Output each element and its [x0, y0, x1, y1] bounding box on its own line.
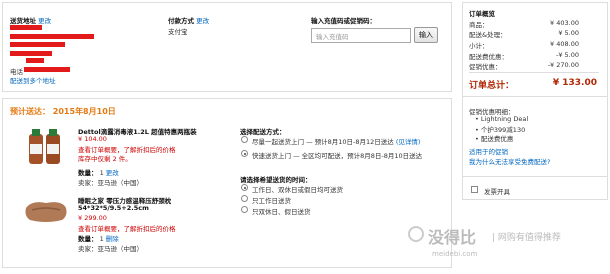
shipping-option-text: 尽量一起送货上门 — 预计8月10日-8月12日送达 — [252, 138, 394, 146]
summary-divider — [462, 96, 608, 97]
address-section: 送货地址 更改 — [10, 15, 51, 25]
summary-row-value: ¥ 403.00 — [550, 19, 579, 27]
summary-row-label: 促销优惠： — [469, 63, 502, 71]
watermark-logo-icon — [408, 226, 424, 242]
summary-row-label: 配送费优惠： — [469, 53, 508, 61]
shipping-option-radio-selected[interactable] — [241, 150, 248, 157]
item-stock-note: 库存中仅剩 2 件。 — [78, 155, 132, 163]
watermark-brand: 没得比 — [428, 228, 477, 247]
shipping-details-link[interactable]: (见详情) — [396, 138, 421, 146]
coupon-apply-button[interactable]: 输入 — [414, 27, 438, 43]
shipping-option-label[interactable]: 尽量一起送货上门 — 预计8月10日-8月12日送达 (见详情) — [252, 136, 420, 146]
summary-total-value: ¥ 133.00 — [552, 78, 597, 88]
summary-row: 促销优惠： -¥ 270.00 — [469, 61, 579, 71]
item-title-size: 54*32*5/9.5+2.5cm — [78, 204, 149, 212]
item-qty-row: 数量： 1 更改 — [78, 167, 119, 177]
summary-row: 商品： ¥ 403.00 — [469, 19, 579, 29]
address-payment-panel — [2, 2, 452, 92]
summary-total-row: 订单总计： ¥ 133.00 — [469, 78, 597, 91]
item-promo-note[interactable]: 查看订单概要，了解折扣后的价格 — [78, 223, 176, 233]
address-label: 送货地址 — [10, 17, 36, 25]
qty-label: 数量： — [78, 169, 98, 177]
item-delete-link[interactable]: 删除 — [106, 235, 119, 243]
shipping-title: 选择配送方式： — [240, 128, 286, 136]
payment-label: 付款方式 — [168, 17, 194, 25]
summary-row: 配送&处理： ¥ 5.00 — [469, 29, 579, 39]
applicable-promotions-link[interactable]: 适用于的促销 — [469, 146, 508, 156]
summary-row-value: ¥ 5.00 — [558, 29, 579, 37]
estimate-label: 预计送达： — [10, 107, 50, 116]
qty-change-link[interactable]: 更改 — [106, 169, 119, 177]
promo-item: • 配送费优惠 — [475, 135, 514, 143]
summary-divider — [469, 72, 599, 73]
watermark-url: meidebi.com — [432, 250, 478, 258]
qty-value: 1 — [99, 169, 104, 177]
product-image-pillow — [22, 198, 70, 224]
shipping-option-radio[interactable] — [241, 136, 248, 143]
estimate-date: 2015年8月10日 — [52, 107, 116, 116]
qty-label: 数量： — [78, 235, 98, 243]
watermark-slogan: | 网购有值得推荐 — [492, 233, 561, 243]
summary-row-value: ¥ 408.00 — [550, 40, 579, 48]
product-image-dettol — [26, 128, 66, 166]
coupon-input[interactable]: 输入充值码 — [311, 28, 411, 43]
invoice-label[interactable]: 发票开具 — [484, 186, 510, 196]
redacted-address-4 — [26, 58, 44, 63]
delivery-estimate: 预计送达： 2015年8月10日 — [10, 106, 116, 117]
promo-item: • Lightning Deal — [475, 115, 529, 123]
redacted-address-3 — [10, 51, 52, 56]
item-qty-row: 数量： 1 删除 — [78, 233, 119, 243]
coupon-label: 输入充值码或促销码： — [311, 17, 376, 25]
redacted-address-2 — [10, 42, 65, 47]
qty-value: 1 — [99, 235, 104, 243]
redacted-address-1 — [10, 34, 94, 39]
item-price: ¥ 299.00 — [78, 214, 107, 222]
summary-row-label: 配送&处理： — [469, 31, 507, 39]
delivery-panel — [2, 98, 452, 268]
address-change-link[interactable]: 更改 — [38, 17, 51, 25]
redacted-phone — [24, 67, 70, 72]
multi-address-link[interactable]: 配送到多个地址 — [10, 75, 56, 85]
item-seller: 卖家：亚马逊（中国） — [78, 179, 143, 187]
summary-divider — [462, 176, 608, 177]
shipping-option-label[interactable]: 快速送货上门 — 全区均可配送，预计8月8日-8月10日送达 — [252, 150, 422, 160]
dettol-bottles-image — [29, 129, 60, 164]
summary-row-label: 小计： — [469, 42, 489, 50]
time-option-radio[interactable] — [241, 206, 248, 213]
item-price: ¥ 104.00 — [78, 135, 107, 143]
free-shipping-help-link[interactable]: 我为什么无法享受免费配送? — [469, 156, 550, 166]
pillow-image — [25, 202, 67, 222]
summary-row-value: -¥ 270.00 — [547, 61, 579, 69]
invoice-checkbox[interactable] — [471, 186, 478, 193]
redacted-name — [10, 25, 42, 30]
summary-row-value: -¥ 5.00 — [555, 51, 579, 59]
time-option-radio-selected[interactable] — [241, 184, 248, 191]
time-option-label[interactable]: 工作日、双休日或假日均可送货 — [252, 184, 343, 194]
time-option-label[interactable]: 只工作日送货 — [252, 195, 291, 205]
item-seller: 卖家：亚马逊（中国） — [78, 245, 143, 253]
summary-total-label: 订单总计： — [469, 81, 515, 91]
payment-change-link[interactable]: 更改 — [196, 17, 209, 25]
summary-title: 订单概览 — [469, 10, 495, 18]
summary-row-label: 商品： — [469, 21, 489, 29]
summary-row: 小计： ¥ 408.00 — [469, 40, 579, 50]
time-title: 请选择希望送货的时间： — [240, 176, 312, 184]
payment-section: 付款方式 更改 — [168, 15, 209, 25]
summary-row: 配送费优惠： -¥ 5.00 — [469, 51, 579, 61]
time-option-radio[interactable] — [241, 195, 248, 202]
time-option-label[interactable]: 只双休日、假日送货 — [252, 206, 311, 216]
payment-value: 支付宝 — [168, 28, 188, 36]
